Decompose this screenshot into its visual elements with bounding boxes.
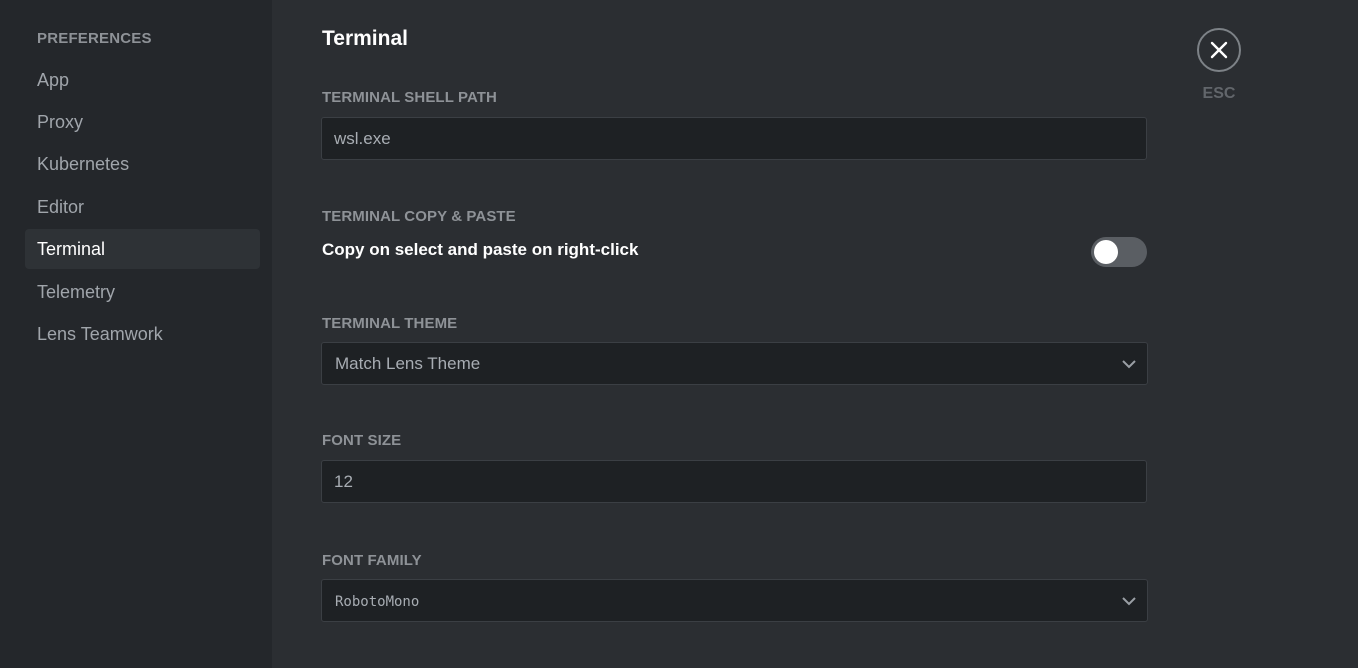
theme-select[interactable]: Match Lens Theme xyxy=(321,342,1148,385)
shell-path-input[interactable]: wsl.exe xyxy=(321,117,1147,160)
sidebar-item-telemetry[interactable]: Telemetry xyxy=(25,272,260,312)
theme-label: TERMINAL THEME xyxy=(322,315,458,332)
chevron-down-icon xyxy=(1122,597,1136,606)
copy-paste-label: TERMINAL COPY & PASTE xyxy=(322,208,516,225)
sidebar-item-editor[interactable]: Editor xyxy=(25,187,260,227)
font-family-select[interactable]: RobotoMono xyxy=(321,579,1148,622)
sidebar: PREFERENCES App Proxy Kubernetes Editor … xyxy=(0,0,272,668)
copy-paste-toggle-label: Copy on select and paste on right-click xyxy=(322,240,639,259)
preferences-window: PREFERENCES App Proxy Kubernetes Editor … xyxy=(0,0,1358,668)
close-icon xyxy=(1210,41,1228,59)
chevron-down-icon xyxy=(1122,360,1136,369)
font-size-label: FONT SIZE xyxy=(322,432,402,449)
font-family-select-value: RobotoMono xyxy=(335,594,420,610)
close-button[interactable] xyxy=(1197,28,1241,72)
sidebar-item-proxy[interactable]: Proxy xyxy=(25,102,260,142)
toggle-knob xyxy=(1094,240,1118,264)
sidebar-item-app[interactable]: App xyxy=(25,60,260,100)
shell-path-label: TERMINAL SHELL PATH xyxy=(322,89,497,106)
theme-select-value: Match Lens Theme xyxy=(335,354,481,373)
font-family-label: FONT FAMILY xyxy=(322,552,422,569)
page-title: Terminal xyxy=(322,27,408,50)
sidebar-item-lens-teamwork[interactable]: Lens Teamwork xyxy=(25,314,260,354)
copy-paste-toggle[interactable] xyxy=(1091,237,1147,267)
sidebar-item-terminal[interactable]: Terminal xyxy=(25,229,260,269)
sidebar-heading: PREFERENCES xyxy=(37,30,152,47)
font-size-input[interactable]: 12 xyxy=(321,460,1147,503)
esc-label: ESC xyxy=(1202,85,1236,102)
sidebar-item-kubernetes[interactable]: Kubernetes xyxy=(25,144,260,184)
